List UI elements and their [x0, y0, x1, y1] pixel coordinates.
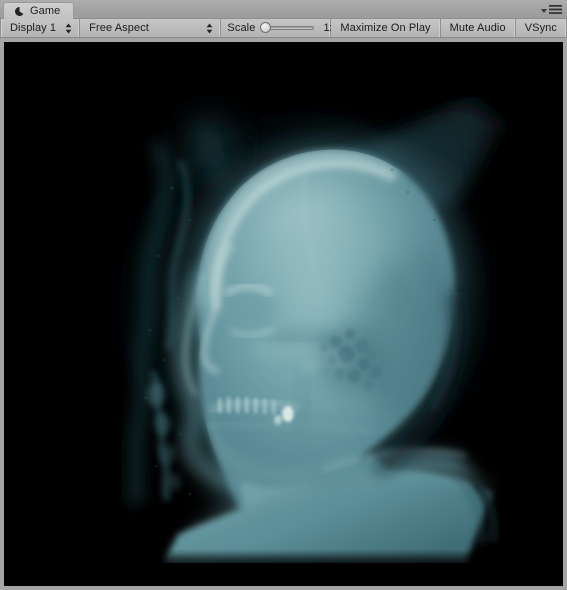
game-pacman-icon [14, 6, 25, 17]
mute-audio-label: Mute Audio [449, 21, 506, 34]
aspect-ratio-dropdown[interactable]: Free Aspect [80, 19, 222, 37]
tab-game-label: Game [30, 4, 61, 17]
maximize-on-play-toggle[interactable]: Maximize On Play [331, 19, 441, 37]
tab-game[interactable]: Game [3, 2, 75, 19]
updown-arrows-icon [65, 23, 72, 33]
chevron-down-icon [541, 8, 547, 13]
scale-slider[interactable] [260, 21, 315, 35]
maximize-on-play-label: Maximize On Play [340, 21, 431, 34]
volume-render-surface [4, 42, 563, 586]
game-view-toolbar: Display 1 Free Aspect Scale 1x Maximize … [0, 19, 567, 38]
scale-slider-handle[interactable] [260, 22, 272, 33]
game-viewport-frame [0, 39, 567, 590]
window-options-menu[interactable] [541, 3, 562, 16]
unity-game-window: Game Display 1 Free Aspect Scale 1x Maxi… [0, 0, 567, 590]
mute-audio-toggle[interactable]: Mute Audio [440, 19, 516, 37]
hamburger-icon [549, 5, 562, 14]
aspect-ratio-label: Free Aspect [89, 21, 149, 34]
updown-arrows-icon [207, 23, 213, 33]
scale-slider-track [264, 26, 315, 30]
vsync-toggle[interactable]: VSync [515, 19, 567, 37]
display-dropdown-label: Display 1 [10, 21, 57, 34]
scale-control[interactable]: Scale 1x [221, 19, 335, 37]
scale-label: Scale [227, 21, 256, 34]
vsync-label: VSync [524, 21, 557, 34]
tab-strip: Game [0, 0, 567, 19]
display-dropdown[interactable]: Display 1 [0, 19, 81, 37]
game-render-viewport[interactable] [4, 42, 563, 586]
